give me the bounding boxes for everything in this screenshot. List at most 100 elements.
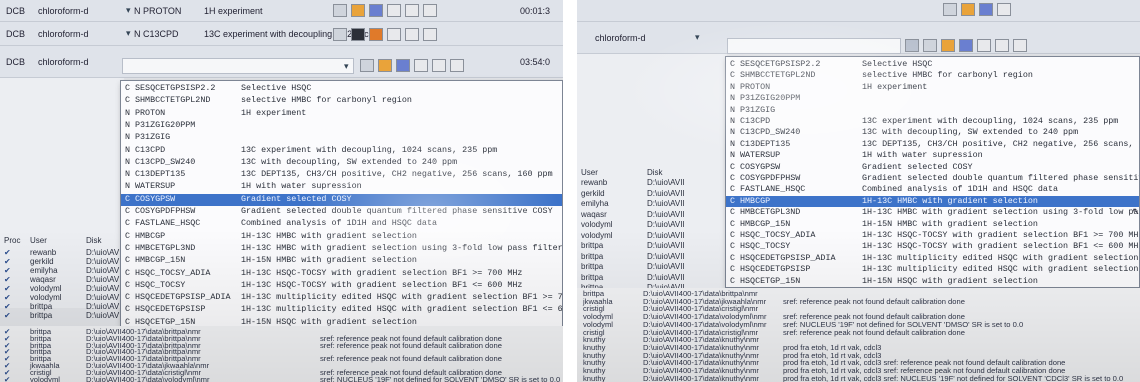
log-row[interactable]: ✔ brittpa D:\uio\AVII400-17\data\brittpa\n… xyxy=(0,327,563,336)
log-row[interactable]: volodyml D:\uio\AVII400-17\data\volodyml\… xyxy=(577,312,1140,321)
experiment-menu-item[interactable]: N P31ZGIG xyxy=(726,105,1139,116)
table-icon[interactable] xyxy=(923,39,937,52)
experiment-menu-item[interactable]: N C13CPD 13C experiment with decoupling, 1… xyxy=(726,116,1139,127)
experiment-menu-item[interactable]: N C13CPD_SW240 13C with decoupling, SW ext… xyxy=(726,127,1139,138)
sun-icon[interactable] xyxy=(378,59,392,72)
person-icon[interactable] xyxy=(432,59,446,72)
experiment-menu-item[interactable]: C HMBCGP 1H-13C HMBC with gradient selecti… xyxy=(121,231,562,243)
experiment-menu-item[interactable]: C HMBCGP_15N 1H-15N HMBC with gradient sel… xyxy=(121,255,562,267)
log-row[interactable]: ✔ brittpa D:\uio\AVII400-17\data\brittpa\n… xyxy=(0,347,563,356)
experiment-menu-item[interactable]: C SESQCETGPSISP2.2 Selective HSQC xyxy=(726,59,1139,70)
experiment-row-2[interactable]: DCB chloroform-d ▾ N C13CPD 13C experime… xyxy=(0,22,563,46)
dropdown-arrow-icon[interactable]: ▾ xyxy=(695,22,700,53)
experiment-menu-item[interactable]: C HSQC_TOCSY_ADIA 1H-13C HSQC-TOCSY with g… xyxy=(726,230,1139,241)
experiment-menu-item[interactable]: C FASTLANE_HSQC Combined analysis of 1D1H … xyxy=(121,218,562,230)
doc-icon[interactable] xyxy=(369,4,383,17)
sun-icon[interactable] xyxy=(961,3,975,16)
experiment-menu-item[interactable]: N C13CPD 13C experiment with decoupling, 1… xyxy=(121,145,562,157)
person-icon[interactable] xyxy=(405,28,419,41)
edit-icon[interactable] xyxy=(450,59,464,72)
person-icon[interactable] xyxy=(405,4,419,17)
log-row[interactable]: ✔ cristigl D:\uio\AVII400-17\data\cristigl… xyxy=(0,368,563,377)
log-row[interactable]: knuthy D:\uio\AVII400-17\data\knuthy\nmr p… xyxy=(577,366,1140,375)
log-row[interactable]: knuthy D:\uio\AVII400-17\data\knuthy\nmr p… xyxy=(577,351,1140,360)
experiment-menu-item[interactable]: C COSYGPSW Gradient selected COSY xyxy=(121,193,562,206)
flask-icon[interactable] xyxy=(387,4,401,17)
experiment-menu-item[interactable]: N WATERSUP 1H with water supression xyxy=(121,181,562,193)
experiment-menu-item[interactable]: C SHMBCCTETGPL2ND selective HMBC for carbo… xyxy=(121,95,562,107)
edit-icon[interactable] xyxy=(1013,39,1027,52)
experiment-menu-item[interactable]: N P31ZGIG20PPM xyxy=(121,120,562,132)
experiment-menu-item[interactable]: C HSQCEDETGPSISP_ADIA 1H-13C multiplicity … xyxy=(726,253,1139,264)
experiment-menu-item[interactable]: C HMBCGP 1H-13C HMBC with gradient selecti… xyxy=(726,195,1139,208)
experiment-menu-item[interactable]: C HMBCGP_15N 1H-15N HMBC with gradient sel… xyxy=(726,219,1139,230)
sun-icon[interactable] xyxy=(351,4,365,17)
dropdown-arrow-icon[interactable]: ▾ xyxy=(126,22,131,45)
edit-icon[interactable] xyxy=(423,4,437,17)
experiment-menu-item[interactable]: C HSQCEDETGPSISP 1H-13C multiplicity edite… xyxy=(121,304,562,316)
log-row[interactable]: brittpa D:\uio\AVII400-17\data\brittpa\nm… xyxy=(577,289,1140,298)
monitor-icon[interactable] xyxy=(351,28,365,41)
experiment-menu-item[interactable]: C HMBCETGPL3ND 1H-13C HMBC with gradient s… xyxy=(121,243,562,255)
menu-item-name: C13CPD xyxy=(740,116,771,126)
experiment-menu-item[interactable]: C HSQCEDETGPSISP 1H-13C multiplicity edite… xyxy=(726,264,1139,275)
experiment-menu-item[interactable]: C HSQC_TOCSY 1H-13C HSQC-TOCSY with gradie… xyxy=(121,280,562,292)
experiment-menu-item[interactable]: N PROTON 1H experiment xyxy=(121,108,562,120)
edit-icon[interactable] xyxy=(423,28,437,41)
table-icon[interactable] xyxy=(333,4,347,17)
experiment-menu-item[interactable]: C SHMBCCTETGPL2ND selective HMBC for carbo… xyxy=(726,70,1139,81)
experiment-menu-item[interactable]: N P31ZGIG20PPM xyxy=(726,93,1139,104)
experiment-dropdown[interactable]: C SESQCETGPSISP2.2 Selective HSQC C SHMBCCTE… xyxy=(725,56,1140,288)
log-row[interactable]: knuthy D:\uio\AVII400-17\data\knuthy\nmr p… xyxy=(577,358,1140,367)
warning-icon[interactable] xyxy=(369,28,383,41)
experiment-menu-item[interactable]: C COSYGPDFPHSW Gradient selected double qu… xyxy=(121,206,562,218)
log-row[interactable]: jkwaahla D:\uio\AVII400-17\data\jkwaahla\… xyxy=(577,297,1140,306)
experiment-menu-item[interactable]: C FASTLANE_HSQC Combined analysis of 1D1H … xyxy=(726,184,1139,195)
doc-icon[interactable] xyxy=(959,39,973,52)
log-row[interactable]: ✔ brittpa D:\uio\AVII400-17\data\brittpa\n… xyxy=(0,334,563,343)
experiment-menu-item[interactable]: C HMBCETGPL3ND 1H-13C HMBC with gradient s… xyxy=(726,207,1139,218)
log-row[interactable]: knuthy D:\uio\AVII400-17\data\knuthy\nmr p… xyxy=(577,343,1140,352)
log-row[interactable]: ✔ volodyml D:\uio\AVII400-17\data\volodyml… xyxy=(0,375,563,382)
experiment-menu-item[interactable]: N C13DEPT135 13C DEPT135, CH3/CH positive,… xyxy=(121,169,562,181)
doc-icon[interactable] xyxy=(396,59,410,72)
dropdown-arrow-icon[interactable]: ▾ xyxy=(344,61,349,72)
experiment-menu-item[interactable]: C HSQCETGP_15N 1H-15N HSQC with gradient s… xyxy=(726,276,1139,287)
experiment-menu-item[interactable]: N WATERSUP 1H with water supression xyxy=(726,150,1139,161)
experiment-menu-item[interactable]: C HSQC_TOCSY_ADIA 1H-13C HSQC-TOCSY with g… xyxy=(121,268,562,280)
experiment-menu-item[interactable]: N PROTON 1H experiment xyxy=(726,82,1139,93)
experiment-menu-item[interactable]: N C13CPD_SW240 13C with decoupling, SW ext… xyxy=(121,157,562,169)
table-icon[interactable] xyxy=(333,28,347,41)
flask-icon[interactable] xyxy=(997,3,1011,16)
log-row[interactable]: ✔ jkwaahla D:\uio\AVII400-17\data\jkwaahla… xyxy=(0,361,563,370)
log-row[interactable]: ✔ brittpa D:\uio\AVII400-17\data\brittpa\n… xyxy=(0,354,563,363)
experiment-select[interactable] xyxy=(727,38,901,54)
table-icon[interactable] xyxy=(943,3,957,16)
experiment-menu-item[interactable]: C COSYGPDFPHSW Gradient selected double qu… xyxy=(726,173,1139,184)
experiment-menu-item[interactable]: C SESQCETGPSISP2.2 Selective HSQC xyxy=(121,83,562,95)
log-row[interactable]: knuthy D:\uio\AVII400-17\data\knuthy\nmr p… xyxy=(577,374,1140,382)
experiment-menu-item[interactable]: N P31ZGIG xyxy=(121,132,562,144)
experiment-dropdown[interactable]: C SESQCETGPSISP2.2 Selective HSQC C SHMBCCTE… xyxy=(120,80,563,330)
sun-icon[interactable] xyxy=(941,39,955,52)
log-row[interactable]: volodyml D:\uio\AVII400-17\data\volodyml\… xyxy=(577,320,1140,329)
dropdown-arrow-icon[interactable]: ▾ xyxy=(126,0,131,21)
flask-icon[interactable] xyxy=(414,59,428,72)
log-row[interactable]: knuthy D:\uio\AVII400-17\data\knuthy\nmr xyxy=(577,335,1140,344)
experiment-menu-item[interactable]: C COSYGPSW Gradient selected COSY xyxy=(726,162,1139,173)
log-row[interactable]: cristigl D:\uio\AVII400-17\data\cristigl\… xyxy=(577,304,1140,313)
menu-item-description: 13C experiment with decoupling, 1024 sca… xyxy=(241,144,498,155)
log-row[interactable]: cristigl D:\uio\AVII400-17\data\cristigl\… xyxy=(577,328,1140,337)
table-icon[interactable] xyxy=(360,59,374,72)
experiment-row-1[interactable]: DCB chloroform-d ▾ N PROTON 1H experimen… xyxy=(0,0,563,22)
experiment-menu-item[interactable]: C HSQC_TOCSY 1H-13C HSQC-TOCSY with gradie… xyxy=(726,241,1139,252)
flask-icon[interactable] xyxy=(387,28,401,41)
person-icon[interactable] xyxy=(995,39,1009,52)
experiment-menu-item[interactable]: N C13DEPT135 13C DEPT135, CH3/CH positive,… xyxy=(726,139,1139,150)
dropdown-arrow-icon[interactable] xyxy=(905,39,919,52)
log-row[interactable]: ✔ brittpa D:\uio\AVII400-17\data\brittpa\n… xyxy=(0,341,563,350)
doc-icon[interactable] xyxy=(979,3,993,16)
flask-icon[interactable] xyxy=(977,39,991,52)
experiment-menu-item[interactable]: C HSQCEDETGPSISP_ADIA 1H-13C multiplicity … xyxy=(121,292,562,304)
experiment-select[interactable] xyxy=(122,58,354,74)
